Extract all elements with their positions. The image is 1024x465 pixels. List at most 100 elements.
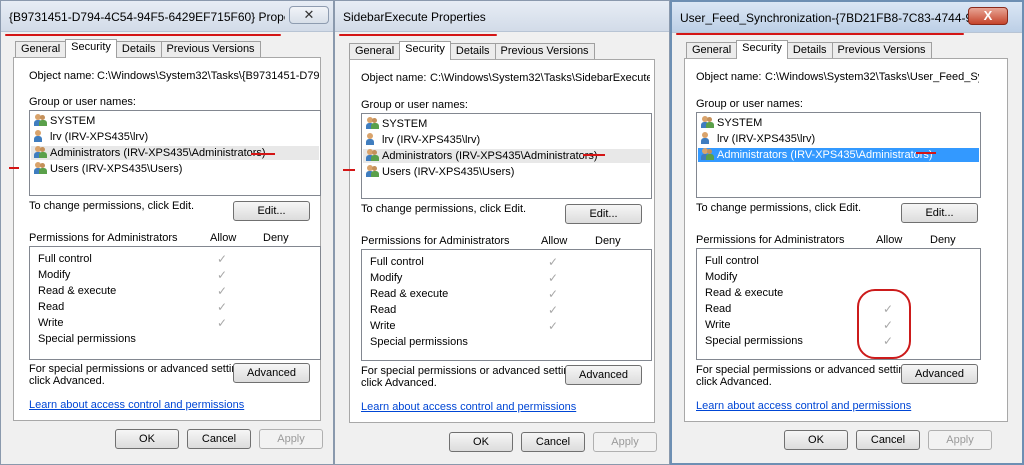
tab-strip: General Security Details Previous Versio… — [15, 39, 261, 58]
permission-name: Full control — [705, 255, 759, 267]
advanced-button[interactable]: Advanced — [233, 363, 310, 383]
apply-button[interactable]: Apply — [928, 430, 992, 450]
learn-access-control-link[interactable]: Learn about access control and permissio… — [696, 400, 911, 412]
list-item[interactable]: lrv (IRV-XPS435\lrv) — [366, 133, 480, 147]
permission-name: Read — [370, 304, 397, 316]
object-name-value: C:\Windows\System32\Tasks\{B9731451-D794… — [97, 70, 319, 82]
permission-name: Full control — [38, 253, 92, 265]
title-bar[interactable]: SidebarExecute Properties — [335, 1, 669, 32]
tab-security[interactable]: Security — [399, 41, 451, 60]
users-icon — [701, 148, 714, 160]
allow-check-icon: ✓ — [547, 303, 559, 317]
ok-button[interactable]: OK — [449, 432, 513, 452]
permissions-list[interactable]: Full control ✓ Modify ✓ Read & execute ✓… — [361, 249, 652, 361]
permission-name: Write — [370, 320, 396, 332]
list-item[interactable]: Users (IRV-XPS435\Users) — [366, 165, 514, 179]
apply-button[interactable]: Apply — [259, 429, 323, 449]
learn-access-control-link[interactable]: Learn about access control and permissio… — [29, 399, 244, 411]
object-name-label: Object name: — [29, 70, 95, 82]
allow-column-header: Allow — [541, 235, 568, 247]
tab-previous-versions[interactable]: Previous Versions — [494, 43, 595, 60]
permission-name: Full control — [370, 256, 424, 268]
group-item-label: lrv (IRV-XPS435\lrv) — [717, 133, 816, 145]
security-tab-page: Object name: C:\Windows\System32\Tasks\S… — [349, 59, 655, 423]
list-item[interactable]: Users (IRV-XPS435\Users) — [34, 162, 182, 176]
ok-button[interactable]: OK — [115, 429, 179, 449]
group-user-list[interactable]: SYSTEM lrv (IRV-XPS435\lrv) Administrato… — [696, 112, 981, 198]
permissions-list[interactable]: Full control ✓ Modify ✓ Read & execute ✓… — [29, 246, 321, 360]
permission-name: Special permissions — [705, 335, 803, 347]
properties-dialog-b9731451: {B9731451-D794-4C54-94F5-6429EF715F60} P… — [0, 0, 334, 465]
close-button[interactable]: X — [968, 7, 1008, 25]
list-item-selected[interactable]: Administrators (IRV-XPS435\Administrator… — [31, 146, 319, 160]
object-name-label: Object name: — [361, 72, 427, 84]
advanced-hint-line1: For special permissions or advanced sett… — [696, 364, 920, 376]
list-item[interactable]: SYSTEM — [366, 117, 427, 131]
permission-row: Special permissions — [370, 335, 468, 349]
close-button[interactable]: ✕ — [289, 6, 329, 24]
list-item[interactable]: SYSTEM — [701, 116, 762, 130]
permissions-list[interactable]: Full control Modify Read & execute Read … — [696, 248, 981, 360]
title-bar[interactable]: User_Feed_Synchronization-{7BD21FB8-7C83… — [672, 2, 1022, 33]
cancel-button[interactable]: Cancel — [521, 432, 585, 452]
tab-details[interactable]: Details — [786, 42, 833, 59]
group-user-list[interactable]: SYSTEM lrv (IRV-XPS435\lrv) Administrato… — [361, 113, 652, 199]
allow-check-icon: ✓ — [216, 300, 228, 314]
group-user-list[interactable]: SYSTEM lrv (IRV-XPS435\lrv) Administrato… — [29, 110, 321, 196]
red-ink-underline — [676, 33, 964, 35]
user-icon — [701, 132, 714, 144]
permission-row: Modify — [38, 268, 70, 282]
tab-general[interactable]: General — [349, 43, 401, 60]
list-item[interactable]: lrv (IRV-XPS435\lrv) — [701, 132, 815, 146]
allow-column-header: Allow — [876, 234, 903, 246]
permissions-header: Permissions for Administrators — [29, 232, 178, 244]
tab-previous-versions[interactable]: Previous Versions — [831, 42, 932, 59]
window-title: User_Feed_Synchronization-{7BD21FB8-7C83… — [680, 11, 982, 25]
allow-check-icon: ✓ — [216, 268, 228, 282]
tab-security[interactable]: Security — [736, 40, 788, 59]
list-item-selected[interactable]: Administrators (IRV-XPS435\Administrator… — [698, 148, 979, 162]
users-icon — [34, 114, 47, 126]
cancel-button[interactable]: Cancel — [856, 430, 920, 450]
permission-name: Read & execute — [370, 288, 449, 300]
permission-row: Full control — [370, 255, 424, 269]
apply-button[interactable]: Apply — [593, 432, 657, 452]
ok-button[interactable]: OK — [784, 430, 848, 450]
advanced-hint-line2: click Advanced. — [29, 375, 105, 387]
allow-column-header: Allow — [210, 232, 237, 244]
tab-security[interactable]: Security — [65, 39, 117, 58]
cancel-button[interactable]: Cancel — [187, 429, 251, 449]
permission-name: Read & execute — [705, 287, 784, 299]
list-item[interactable]: lrv (IRV-XPS435\lrv) — [34, 130, 148, 144]
tab-details[interactable]: Details — [449, 43, 496, 60]
edit-button[interactable]: Edit... — [233, 201, 310, 221]
tab-previous-versions[interactable]: Previous Versions — [160, 41, 261, 58]
permission-row: Read — [38, 300, 64, 314]
list-item-selected[interactable]: Administrators (IRV-XPS435\Administrator… — [363, 149, 650, 163]
object-name-value: C:\Windows\System32\Tasks\User_Feed_Sync… — [765, 71, 979, 83]
tab-details[interactable]: Details — [115, 41, 162, 58]
red-ink-mark — [916, 152, 936, 154]
permission-name: Write — [38, 317, 64, 329]
permission-row: Read & execute — [370, 287, 448, 301]
edit-button[interactable]: Edit... — [565, 204, 642, 224]
edit-button[interactable]: Edit... — [901, 203, 978, 223]
deny-column-header: Deny — [263, 232, 289, 244]
advanced-button[interactable]: Advanced — [565, 365, 642, 385]
list-item[interactable]: SYSTEM — [34, 114, 95, 128]
users-icon — [366, 117, 379, 129]
object-name-label: Object name: — [696, 71, 762, 83]
learn-access-control-link[interactable]: Learn about access control and permissio… — [361, 401, 576, 413]
permission-row: Modify — [705, 270, 737, 284]
tab-general[interactable]: General — [686, 42, 738, 59]
advanced-button[interactable]: Advanced — [901, 364, 978, 384]
permission-row: Full control — [38, 252, 92, 266]
title-bar[interactable]: {B9731451-D794-4C54-94F5-6429EF715F60} P… — [1, 1, 333, 32]
permission-name: Read — [705, 303, 732, 315]
permission-row: Modify — [370, 271, 402, 285]
group-names-label: Group or user names: — [361, 99, 468, 111]
advanced-hint-line2: click Advanced. — [696, 376, 772, 388]
tab-general[interactable]: General — [15, 41, 67, 58]
permission-row: Special permissions — [38, 332, 136, 346]
permission-name: Write — [705, 319, 731, 331]
